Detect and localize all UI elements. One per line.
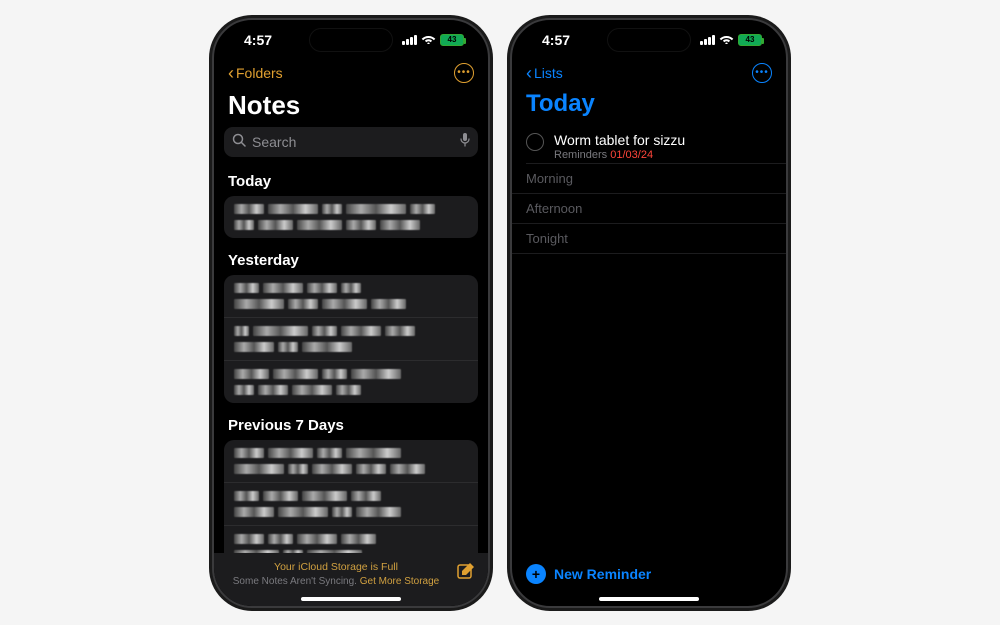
note-card[interactable]	[224, 196, 478, 238]
section-header-today: Today	[224, 165, 478, 196]
notes-app-screenshot: 4:57 43 ‹ Folders ••• Notes Search Today	[212, 18, 490, 608]
storage-full-title: Your iCloud Storage is Full	[226, 561, 446, 575]
battery-icon: 43	[440, 34, 464, 46]
redacted-text	[234, 220, 468, 230]
back-button[interactable]: ‹ Folders	[228, 64, 283, 82]
status-bar: 4:57 43	[214, 20, 488, 60]
wifi-icon	[421, 32, 436, 47]
section-tonight[interactable]: Tonight	[512, 224, 786, 254]
get-more-storage-link[interactable]: Get More Storage	[360, 576, 439, 587]
reminder-sublabel: Reminders	[554, 149, 607, 161]
chevron-left-icon: ‹	[526, 64, 532, 82]
mic-icon[interactable]	[460, 133, 470, 150]
status-time: 4:57	[244, 32, 272, 48]
search-placeholder: Search	[252, 134, 296, 150]
dynamic-island	[607, 28, 691, 52]
redacted-text	[234, 299, 468, 309]
search-icon	[232, 133, 246, 150]
reminder-checkbox[interactable]	[526, 133, 544, 151]
notes-list[interactable]: Today Yesterday Previous 7 Days	[214, 165, 488, 553]
back-label: Lists	[534, 65, 563, 81]
redacted-text	[234, 326, 468, 336]
note-card[interactable]	[224, 275, 478, 403]
cellular-icon	[700, 35, 715, 45]
plus-icon: +	[526, 564, 546, 584]
redacted-text	[234, 534, 468, 544]
redacted-text	[234, 204, 468, 214]
home-indicator[interactable]	[599, 597, 699, 601]
back-label: Folders	[236, 65, 283, 81]
reminder-row[interactable]: Worm tablet for sizzu Reminders 01/03/24	[512, 126, 786, 163]
redacted-text	[234, 342, 468, 352]
section-afternoon[interactable]: Afternoon	[512, 194, 786, 224]
section-header-prev7: Previous 7 Days	[224, 409, 478, 440]
more-button[interactable]: •••	[454, 63, 474, 83]
section-morning[interactable]: Morning	[512, 164, 786, 194]
search-input[interactable]: Search	[224, 127, 478, 157]
back-button[interactable]: ‹ Lists	[526, 64, 563, 82]
wifi-icon	[719, 32, 734, 47]
status-bar: 4:57 43	[512, 20, 786, 60]
page-title: Today	[512, 86, 786, 126]
chevron-left-icon: ‹	[228, 64, 234, 82]
dynamic-island	[309, 28, 393, 52]
reminders-app-screenshot: 4:57 43 ‹ Lists ••• Today Worm tablet fo…	[510, 18, 788, 608]
more-button[interactable]: •••	[752, 63, 772, 83]
battery-icon: 43	[738, 34, 762, 46]
compose-button[interactable]	[456, 561, 476, 587]
redacted-text	[234, 283, 468, 293]
redacted-text	[234, 448, 468, 458]
nav-bar: ‹ Lists •••	[512, 60, 786, 86]
reminder-title: Worm tablet for sizzu	[554, 132, 685, 148]
new-reminder-label: New Reminder	[554, 566, 651, 582]
empty-space	[512, 254, 786, 554]
page-title: Notes	[214, 86, 488, 127]
cellular-icon	[402, 35, 417, 45]
status-time: 4:57	[542, 32, 570, 48]
redacted-text	[234, 369, 468, 379]
home-indicator[interactable]	[301, 597, 401, 601]
redacted-text	[234, 464, 468, 474]
reminder-date: 01/03/24	[610, 149, 653, 161]
note-card[interactable]	[224, 440, 478, 553]
redacted-text	[234, 507, 468, 517]
redacted-text	[234, 385, 468, 395]
storage-full-sub: Some Notes Aren't Syncing.	[233, 576, 357, 587]
section-header-yesterday: Yesterday	[224, 244, 478, 275]
nav-bar: ‹ Folders •••	[214, 60, 488, 86]
redacted-text	[234, 491, 468, 501]
